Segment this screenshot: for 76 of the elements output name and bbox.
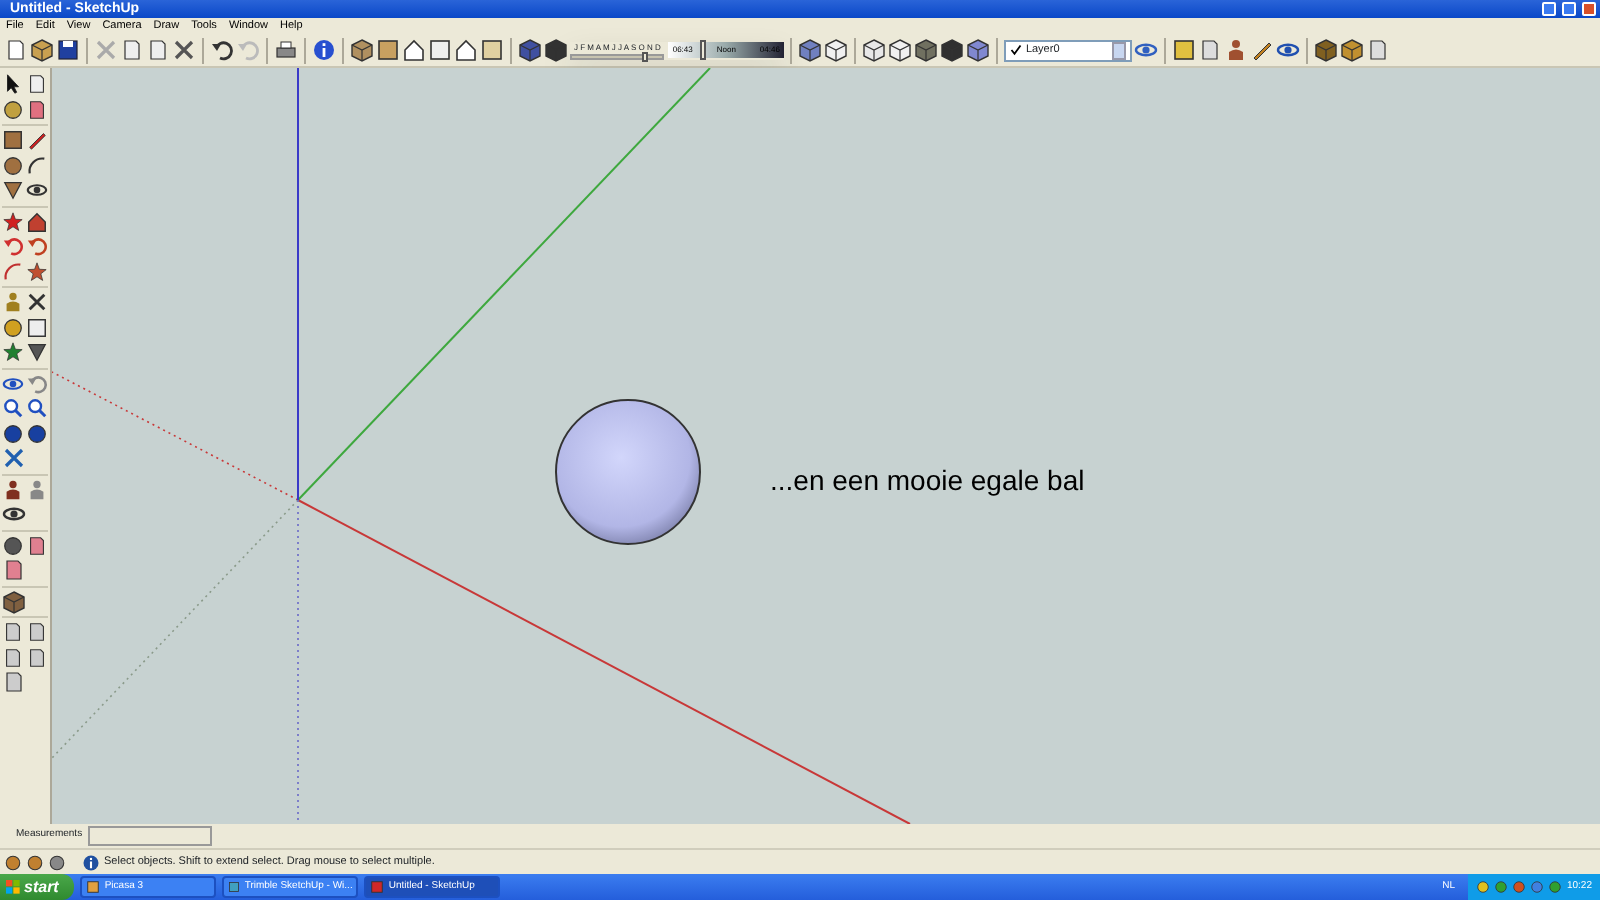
save-icon[interactable] (56, 38, 80, 62)
cursor-arrow-icon[interactable] (2, 72, 24, 96)
cube-icon[interactable] (861, 38, 886, 62)
square-icon[interactable] (26, 315, 48, 339)
app-icon (86, 880, 101, 894)
page-icon[interactable] (2, 558, 26, 582)
circle-icon[interactable] (2, 533, 24, 557)
measurements-field[interactable] (88, 826, 213, 846)
page-icon[interactable] (26, 620, 48, 644)
drawing-canvas[interactable]: ...en een mooie egale bal (52, 68, 1600, 824)
square-icon[interactable] (428, 38, 452, 62)
delete-icon[interactable] (2, 446, 26, 470)
arc-icon[interactable] (2, 259, 24, 283)
square-icon[interactable] (1171, 38, 1196, 62)
cube-icon[interactable] (823, 38, 848, 62)
month-slider[interactable] (570, 53, 665, 59)
canvas-text: ...en een mooie egale bal (770, 462, 1085, 500)
printer-icon[interactable] (274, 38, 298, 62)
page-icon[interactable] (2, 620, 24, 644)
status-circle-icon[interactable] (26, 853, 44, 871)
slider-thumb[interactable] (641, 51, 648, 61)
page-icon[interactable] (26, 72, 48, 96)
undo-icon[interactable] (210, 38, 234, 62)
star-icon[interactable] (26, 259, 48, 283)
cube-icon[interactable] (887, 38, 912, 62)
house-icon[interactable] (454, 38, 478, 62)
cube-icon[interactable] (30, 38, 54, 62)
page-icon[interactable] (2, 645, 24, 669)
house-icon[interactable] (26, 209, 48, 233)
square-icon[interactable] (376, 38, 400, 62)
windows-flag-icon (6, 880, 20, 894)
person-icon[interactable] (1223, 38, 1248, 62)
circle-icon[interactable] (2, 421, 24, 445)
status-circle-icon[interactable] (4, 853, 22, 871)
circle-icon[interactable] (2, 97, 24, 121)
cube-icon[interactable] (797, 38, 822, 62)
minimize-button[interactable] (1542, 2, 1556, 16)
cube-icon[interactable] (2, 589, 26, 613)
cube-icon[interactable] (350, 38, 374, 62)
person-icon[interactable] (2, 477, 24, 501)
circle-icon[interactable] (2, 315, 24, 339)
magnifier-icon[interactable] (26, 396, 48, 420)
cube-icon[interactable] (1339, 38, 1364, 62)
cube-icon[interactable] (913, 38, 938, 62)
help-icon[interactable] (82, 853, 100, 871)
info-icon[interactable] (312, 38, 336, 62)
cube-icon[interactable] (939, 38, 964, 62)
star-icon[interactable] (2, 340, 24, 364)
cube-icon[interactable] (965, 38, 990, 62)
triangle-icon[interactable] (2, 178, 24, 202)
app-icon (228, 880, 241, 894)
pencil-icon[interactable] (26, 128, 48, 152)
magnifier-icon[interactable] (2, 396, 24, 420)
delete-icon[interactable] (26, 290, 48, 314)
start-button[interactable]: start (0, 874, 75, 900)
circle-icon[interactable] (26, 421, 48, 445)
app-icon (370, 880, 385, 894)
circle-icon[interactable] (2, 153, 24, 177)
square-icon[interactable] (480, 38, 504, 62)
triangle-icon[interactable] (26, 340, 48, 364)
delete-icon[interactable] (172, 38, 196, 62)
cube-icon[interactable] (544, 38, 568, 62)
house-icon[interactable] (402, 38, 426, 62)
maximize-button[interactable] (1562, 2, 1576, 16)
pencil-icon[interactable] (1249, 38, 1274, 62)
slider-thumb[interactable] (700, 40, 707, 60)
arc-icon[interactable] (26, 153, 48, 177)
close-button[interactable] (1582, 2, 1596, 16)
cube-icon[interactable] (1313, 38, 1338, 62)
cube-icon[interactable] (518, 38, 542, 62)
star-icon[interactable] (2, 209, 24, 233)
status-circle-icon[interactable] (48, 853, 66, 871)
square-icon[interactable] (2, 128, 24, 152)
page-icon[interactable] (26, 533, 48, 557)
page-icon[interactable] (26, 97, 48, 121)
page-icon[interactable] (26, 645, 48, 669)
